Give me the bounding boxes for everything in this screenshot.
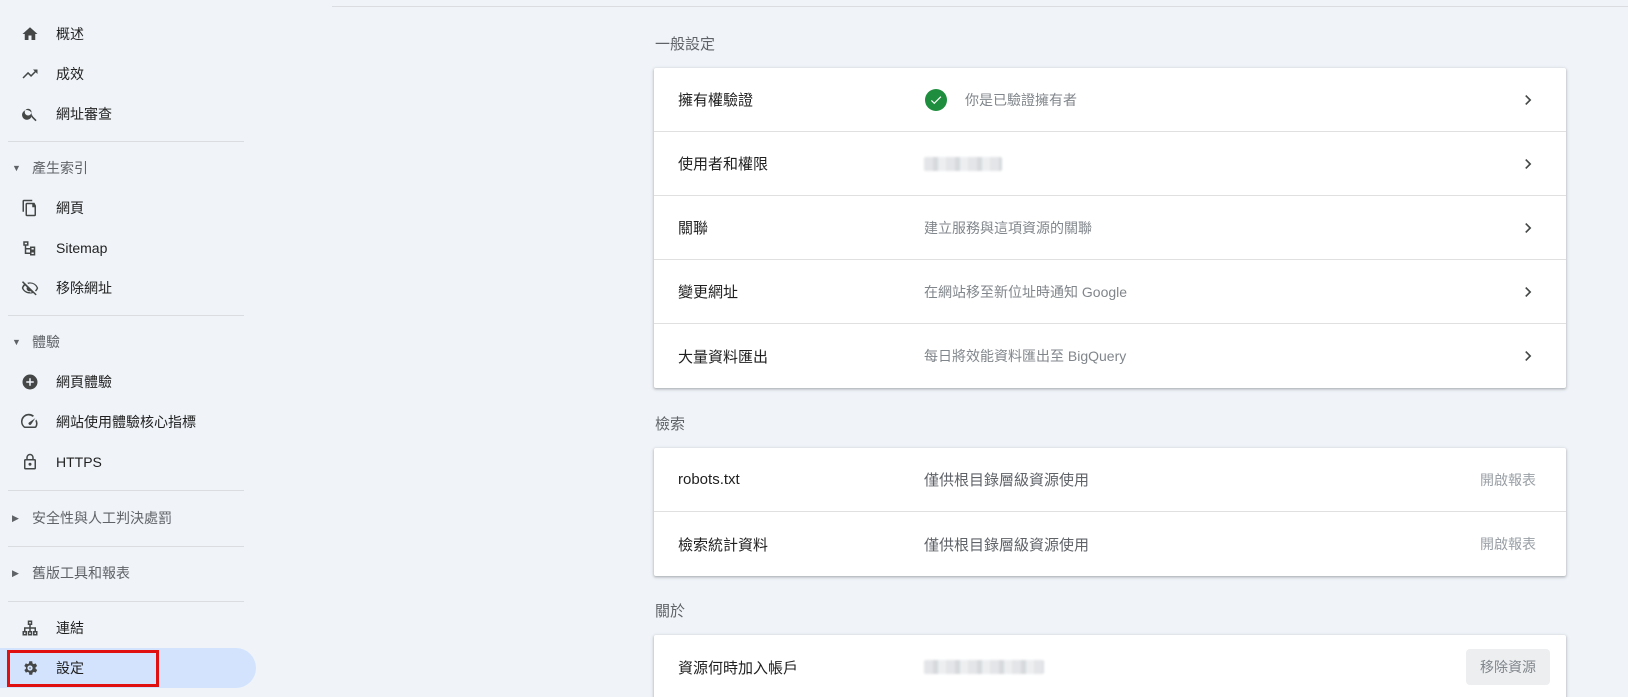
row-label: 使用者和權限 <box>678 156 769 173</box>
section-title-crawling: 檢索 <box>655 416 686 433</box>
row-description <box>924 156 1002 171</box>
links-icon <box>20 618 40 638</box>
sidebar-item-url-inspection[interactable]: 網址審查 <box>0 94 256 134</box>
sidebar-item-page-experience[interactable]: 網頁體驗 <box>0 362 256 402</box>
trending-up-icon <box>20 64 40 84</box>
sidebar-item-label: HTTPS <box>56 454 102 470</box>
sidebar-item-label: 連結 <box>56 620 84 636</box>
home-icon <box>20 24 40 44</box>
section-toggle-indexing[interactable]: ▼ 產生索引 <box>0 152 256 184</box>
section-title-general: 一般設定 <box>655 36 716 53</box>
sidebar-item-label: Sitemap <box>56 240 108 256</box>
section-title-about: 關於 <box>655 603 686 620</box>
redacted-text <box>924 156 1002 171</box>
row-label: 變更網址 <box>678 284 739 301</box>
sidebar-item-sitemaps[interactable]: Sitemap <box>0 228 256 268</box>
caret-right-icon: ▶ <box>12 567 19 578</box>
sidebar-item-label: 設定 <box>56 660 84 676</box>
speed-icon <box>20 412 40 432</box>
row-description: 建立服務與這項資源的關聯 <box>924 219 1092 236</box>
open-report-link[interactable]: 開啟報表 <box>1480 534 1536 554</box>
sidebar-item-overview[interactable]: 概述 <box>0 14 256 54</box>
row-label: 大量資料匯出 <box>678 348 769 366</box>
settings-row-ownership[interactable]: 擁有權驗證 你是已驗證擁有者 <box>654 68 1566 132</box>
row-description: 每日將效能資料匯出至 BigQuery <box>924 348 1127 364</box>
sidebar-divider <box>8 546 244 547</box>
search-icon <box>20 104 40 124</box>
sidebar-item-core-web-vitals[interactable]: 網站使用體驗核心指標 <box>0 402 256 442</box>
sidebar-item-performance[interactable]: 成效 <box>0 54 256 94</box>
sidebar-item-label: 網頁體驗 <box>56 374 112 390</box>
section-label: 體驗 <box>32 334 60 350</box>
sidebar-item-settings[interactable]: 設定 <box>0 648 256 688</box>
settings-row-added-date: 資源何時加入帳戶 移除資源 <box>654 635 1566 697</box>
row-description: 在網站移至新位址時通知 Google <box>924 283 1128 300</box>
section-label: 舊版工具和報表 <box>32 565 130 581</box>
section-toggle-legacy[interactable]: ▶ 舊版工具和報表 <box>0 557 256 589</box>
settings-row-associations[interactable]: 關聯 建立服務與這項資源的關聯 <box>654 196 1566 260</box>
row-description: 僅供根目錄層級資源使用 <box>924 472 1090 489</box>
chevron-right-icon <box>1518 218 1538 238</box>
chevron-right-icon <box>1518 154 1538 174</box>
section-toggle-security[interactable]: ▶ 安全性與人工判決處罰 <box>0 502 256 534</box>
ownership-status-text: 你是已驗證擁有者 <box>965 91 1077 108</box>
sidebar-item-https[interactable]: HTTPS <box>0 442 256 482</box>
row-label: 關聯 <box>678 220 709 237</box>
caret-down-icon: ▼ <box>12 163 21 173</box>
chevron-right-icon <box>1518 346 1538 366</box>
row-label: 檢索統計資料 <box>678 536 769 554</box>
header-divider <box>332 6 1628 7</box>
caret-down-icon: ▼ <box>12 337 21 347</box>
settings-row-robots-txt: robots.txt 僅供根目錄層級資源使用 開啟報表 <box>654 448 1566 512</box>
gear-icon <box>20 658 40 678</box>
redacted-date <box>924 660 1044 674</box>
row-label: 資源何時加入帳戶 <box>678 659 799 677</box>
sidebar-item-label: 網站使用體驗核心指標 <box>56 414 196 430</box>
settings-row-bulk-export[interactable]: 大量資料匯出 每日將效能資料匯出至 BigQuery <box>654 324 1566 388</box>
sidebar-divider <box>8 141 244 142</box>
sidebar-nav: 概述 成效 網址審查 ▼ 產生索引 網頁 Sitemap 移除網址 ▼ 體驗 網… <box>0 0 260 697</box>
row-description: 僅供根目錄層級資源使用 <box>924 536 1090 554</box>
sidebar-item-label: 移除網址 <box>56 280 112 296</box>
sidebar-divider <box>8 601 244 602</box>
about-card: 資源何時加入帳戶 移除資源 <box>654 635 1566 697</box>
check-circle-icon <box>925 88 947 111</box>
sidebar-item-removals[interactable]: 移除網址 <box>0 268 256 308</box>
eye-off-icon <box>20 278 40 298</box>
sidebar-item-links[interactable]: 連結 <box>0 608 256 648</box>
sidebar-item-label: 概述 <box>56 26 84 42</box>
settings-row-crawl-stats: 檢索統計資料 僅供根目錄層級資源使用 開啟報表 <box>654 512 1566 576</box>
crawling-card: robots.txt 僅供根目錄層級資源使用 開啟報表 檢索統計資料 僅供根目錄… <box>654 448 1566 576</box>
row-label: 擁有權驗證 <box>678 92 754 109</box>
sidebar-divider <box>8 490 244 491</box>
general-settings-card: 擁有權驗證 你是已驗證擁有者 使用者和權限 關聯 建立服務與這項資源的關聯 變更… <box>654 68 1566 388</box>
add-circle-icon <box>20 372 40 392</box>
lock-icon <box>20 452 40 472</box>
caret-right-icon: ▶ <box>12 512 19 523</box>
row-description <box>924 660 1044 674</box>
settings-row-change-address[interactable]: 變更網址 在網站移至新位址時通知 Google <box>654 260 1566 324</box>
section-label: 產生索引 <box>32 160 88 176</box>
remove-property-button[interactable]: 移除資源 <box>1466 649 1550 685</box>
row-label: robots.txt <box>678 471 740 488</box>
sidebar-item-label: 網址審查 <box>56 106 112 122</box>
section-label: 安全性與人工判決處罰 <box>32 510 172 526</box>
row-description: 你是已驗證擁有者 <box>924 88 1077 111</box>
sidebar-divider <box>8 315 244 316</box>
chevron-right-icon <box>1518 282 1538 302</box>
chevron-right-icon <box>1518 90 1538 110</box>
sidebar-item-pages[interactable]: 網頁 <box>0 188 256 228</box>
pages-icon <box>20 198 40 218</box>
sidebar-item-label: 成效 <box>56 66 84 82</box>
section-toggle-experience[interactable]: ▼ 體驗 <box>0 326 256 358</box>
open-report-link[interactable]: 開啟報表 <box>1480 470 1536 490</box>
settings-row-users-permissions[interactable]: 使用者和權限 <box>654 132 1566 196</box>
sidebar-item-label: 網頁 <box>56 200 84 216</box>
sitemap-icon <box>20 238 40 258</box>
